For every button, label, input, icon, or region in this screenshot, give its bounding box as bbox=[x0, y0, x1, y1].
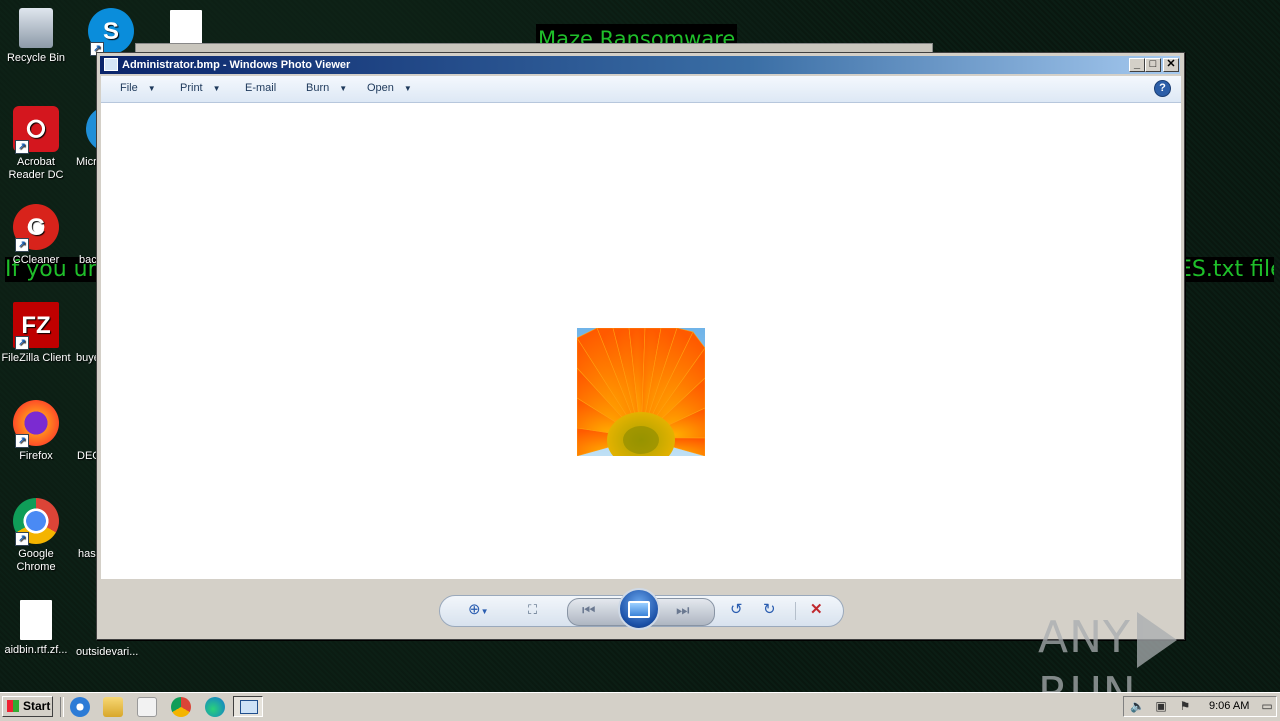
menu-file[interactable]: File ▼ bbox=[120, 82, 156, 94]
next-icon: ⏭ bbox=[676, 602, 690, 619]
next-button[interactable]: ⏭ bbox=[676, 603, 690, 619]
skype-icon: S ↗ bbox=[88, 8, 134, 56]
desktop-icon-label: aidbin.rtf.zf... bbox=[4, 644, 68, 656]
rotate-counterclockwise-icon: ↺ bbox=[730, 601, 743, 618]
chevron-down-icon: ▼ bbox=[147, 84, 156, 93]
close-button[interactable]: ✕ bbox=[1163, 58, 1179, 72]
desktop-icon-acrobat[interactable]: ⭘ ↗ Acrobat Reader DC bbox=[0, 106, 72, 182]
system-tray: 🔈 ▣ ⚑ 9:06 AM ▭ bbox=[1123, 696, 1277, 717]
filezilla-icon: FZ ↗ bbox=[13, 302, 59, 350]
minimize-button[interactable]: _ bbox=[1129, 58, 1145, 72]
edge-taskbar-icon[interactable] bbox=[205, 697, 225, 717]
desktop-icon-label: Recycle Bin bbox=[6, 52, 66, 64]
desktop-icon-recycle-bin[interactable]: Recycle Bin bbox=[0, 8, 72, 65]
media-player-icon[interactable] bbox=[137, 697, 157, 717]
taskbar-separator bbox=[60, 697, 64, 717]
chevron-down-icon: ▼ bbox=[480, 607, 489, 616]
chrome-taskbar-icon[interactable] bbox=[171, 697, 191, 717]
control-separator bbox=[795, 602, 796, 620]
desktop-icon-label: Firefox bbox=[19, 450, 53, 462]
zoom-button[interactable]: ⊕▼ bbox=[468, 602, 489, 620]
maximize-button[interactable]: □ bbox=[1145, 58, 1161, 72]
wallpaper-text-right: ES.txt file bbox=[1180, 257, 1274, 282]
file-explorer-icon[interactable] bbox=[103, 697, 123, 717]
desktop-icon-aidbin[interactable]: aidbin.rtf.zf... bbox=[0, 600, 72, 657]
desktop-icon-label: buye bbox=[76, 352, 98, 364]
help-icon[interactable]: ? bbox=[1154, 80, 1171, 97]
displayed-photo bbox=[577, 328, 705, 456]
actual-size-button[interactable]: ⛶ bbox=[528, 602, 537, 618]
desktop-icon-label: Google Chrome bbox=[16, 548, 56, 573]
start-button[interactable]: Start bbox=[2, 696, 53, 717]
windows-logo-icon bbox=[7, 700, 19, 712]
desktop-icon-chrome[interactable]: ↗ Google Chrome bbox=[0, 498, 72, 574]
desktop-icon-buye[interactable]: buye bbox=[76, 352, 98, 365]
fit-window-icon: ⛶ bbox=[528, 602, 538, 617]
document-icon bbox=[20, 600, 52, 640]
rotate-clockwise-button[interactable]: ↻ bbox=[763, 602, 776, 618]
chevron-down-icon: ▼ bbox=[403, 84, 412, 93]
network-icon[interactable]: ▣ bbox=[1154, 700, 1168, 713]
image-viewport bbox=[101, 103, 1181, 579]
play-logo-icon bbox=[1136, 612, 1177, 668]
chrome-icon: ↗ bbox=[13, 498, 59, 546]
desktop-icon-label: Acrobat Reader DC bbox=[8, 156, 64, 181]
firefox-icon: ↗ bbox=[13, 400, 59, 448]
delete-icon: ✕ bbox=[810, 601, 823, 618]
desktop-icon-outsidevari[interactable]: outsidevari... bbox=[76, 646, 148, 659]
photo-viewer-app-icon bbox=[104, 58, 118, 71]
desktop-icon-firefox[interactable]: ↗ Firefox bbox=[0, 400, 72, 463]
delete-button[interactable]: ✕ bbox=[810, 602, 823, 618]
document-icon bbox=[170, 10, 202, 46]
ccleaner-icon: C ↗ bbox=[13, 204, 59, 252]
chevron-down-icon: ▼ bbox=[339, 84, 348, 93]
desktop-icon-label: CCleaner bbox=[12, 254, 60, 266]
volume-icon[interactable]: 🔈 bbox=[1130, 700, 1145, 713]
photo-viewer-taskbar-icon bbox=[240, 700, 258, 714]
title-bar[interactable]: Administrator.bmp - Windows Photo Viewer… bbox=[100, 56, 1180, 74]
start-label: Start bbox=[23, 699, 51, 713]
menu-bar: File ▼ Print ▼ E-mail Burn ▼ Open ▼ ? bbox=[101, 76, 1181, 103]
photo-viewer-window: Administrator.bmp - Windows Photo Viewer… bbox=[96, 52, 1185, 640]
menu-burn[interactable]: Burn ▼ bbox=[306, 82, 347, 94]
control-bar: ⊕▼ ⛶ ⏮ ⏭ ↺ ↻ ✕ bbox=[439, 588, 844, 630]
rotate-counterclockwise-button[interactable]: ↺ bbox=[730, 602, 743, 618]
recycle-bin-icon bbox=[19, 8, 53, 48]
menu-print[interactable]: Print ▼ bbox=[180, 82, 221, 94]
chevron-down-icon: ▼ bbox=[212, 84, 221, 93]
previous-icon: ⏮ bbox=[582, 602, 596, 619]
taskbar-photo-viewer[interactable] bbox=[233, 696, 263, 717]
menu-email[interactable]: E-mail bbox=[245, 82, 276, 94]
viewer-controls: ⊕▼ ⛶ ⏮ ⏭ ↺ ↻ ✕ bbox=[101, 580, 1181, 638]
action-center-flag-icon[interactable]: ⚑ bbox=[1178, 700, 1192, 713]
rotate-clockwise-icon: ↻ bbox=[763, 601, 776, 618]
slideshow-icon bbox=[628, 600, 650, 618]
previous-button[interactable]: ⏮ bbox=[582, 603, 596, 619]
slideshow-button[interactable] bbox=[618, 588, 660, 630]
zoom-icon: ⊕ bbox=[468, 601, 481, 618]
desktop-icon-ccleaner[interactable]: C ↗ CCleaner bbox=[0, 204, 72, 267]
internet-explorer-icon[interactable] bbox=[70, 697, 90, 717]
show-desktop-icon[interactable]: ▭ bbox=[1260, 700, 1274, 713]
desktop-icon-label: FileZilla Client bbox=[1, 352, 71, 364]
acrobat-icon: ⭘ ↗ bbox=[13, 106, 59, 154]
menu-open[interactable]: Open ▼ bbox=[367, 82, 412, 94]
desktop-icon-filezilla[interactable]: FZ ↗ FileZilla Client bbox=[0, 302, 72, 365]
clock[interactable]: 9:06 AM bbox=[1209, 700, 1249, 712]
taskbar: Start 🔈 ▣ ⚑ 9:06 AM ▭ bbox=[0, 692, 1280, 721]
window-title: Administrator.bmp - Windows Photo Viewer bbox=[122, 59, 351, 71]
desktop-icon-label: outsidevari... bbox=[76, 646, 139, 658]
